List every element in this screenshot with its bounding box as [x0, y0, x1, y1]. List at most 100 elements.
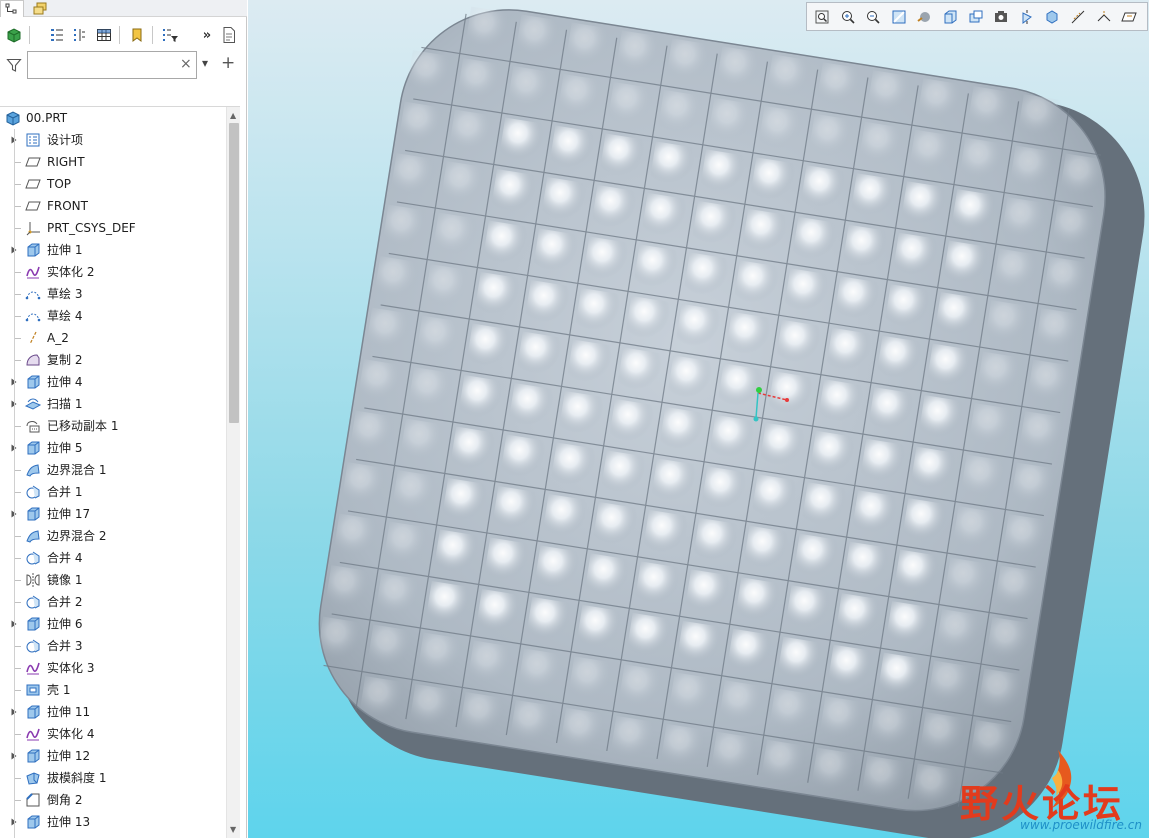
show-part-button[interactable] — [3, 24, 25, 46]
tree-item[interactable]: 草绘 4 — [0, 305, 226, 327]
tree-item[interactable]: 实体化 3 — [0, 657, 226, 679]
section-button[interactable] — [1041, 6, 1063, 28]
perspective-button[interactable] — [990, 6, 1012, 28]
view-manager-button[interactable] — [965, 6, 987, 28]
tree-filter-button[interactable] — [159, 24, 181, 46]
surface-cell — [958, 137, 1008, 188]
tree-item[interactable]: PRT_CSYS_DEF — [0, 217, 226, 239]
surface-cell — [640, 192, 691, 244]
surface-cell — [817, 379, 867, 430]
tree-item[interactable]: A_2 — [0, 327, 226, 349]
tree-item[interactable]: 拔模斜度 1 — [0, 767, 226, 789]
tree-item-label: FRONT — [47, 199, 88, 213]
tree-item[interactable]: 实体化 2 — [0, 261, 226, 283]
merge-icon — [25, 594, 41, 610]
model-tree-tab[interactable] — [0, 0, 24, 17]
surface-cell — [431, 212, 481, 263]
scroll-up-icon[interactable]: ▲ — [230, 111, 236, 120]
annotation-display-button[interactable] — [1093, 6, 1115, 28]
surface-cell — [718, 680, 768, 731]
tree-item[interactable]: 镜像 1 — [0, 569, 226, 591]
tree-item[interactable]: 拉伸 5 — [0, 437, 226, 459]
graphics-viewport[interactable]: 野火论坛 www.proewildfire.cn — [248, 0, 1149, 838]
zoom-out-icon — [867, 11, 880, 24]
saved-views-button[interactable] — [939, 6, 961, 28]
repaint-button[interactable] — [888, 6, 910, 28]
surface-cell — [791, 216, 841, 268]
tree-item[interactable]: 拉伸 6 — [0, 613, 226, 635]
tree-item[interactable]: 合并 1 — [0, 481, 226, 503]
surface-cell — [491, 486, 541, 537]
tree-item[interactable]: FRONT — [0, 195, 226, 217]
display-style-button[interactable] — [913, 6, 935, 28]
tree-root[interactable]: 00.PRT — [0, 107, 226, 129]
tree-settings-button[interactable] — [46, 24, 68, 46]
toolbar-overflow-button[interactable]: » — [196, 24, 218, 46]
surface-cell — [473, 272, 524, 323]
tree-item[interactable]: 草绘 3 — [0, 283, 226, 305]
tree-item[interactable]: 拉伸 17 — [0, 503, 226, 525]
layer-tab[interactable] — [28, 0, 52, 17]
tree-item[interactable]: 合并 2 — [0, 591, 226, 613]
tree-item[interactable]: 拉伸 1 — [0, 239, 226, 261]
model-tree-icon — [5, 3, 17, 14]
spin-center-icon — [1022, 10, 1032, 24]
bookmark-button[interactable] — [126, 24, 148, 46]
surface-cell — [533, 545, 583, 596]
add-filter-button[interactable]: + — [221, 53, 235, 73]
tree-item[interactable]: 拉伸 12 — [0, 745, 226, 767]
filter-dropdown-button[interactable]: ▾ — [202, 56, 208, 70]
surface-cell — [389, 153, 439, 204]
surface-cell — [340, 462, 390, 513]
tree-item[interactable]: 壳 1 — [0, 679, 226, 701]
tree-scrollbar[interactable]: ▲ ▼ — [226, 107, 240, 838]
surface-cell — [617, 664, 667, 715]
plane-display-button[interactable] — [1118, 6, 1140, 28]
tree-columns-button[interactable] — [68, 24, 90, 46]
tree-item[interactable]: 拉伸 4 — [0, 371, 226, 393]
surface-cell — [366, 624, 416, 675]
shell-icon — [25, 682, 41, 698]
details-button[interactable] — [218, 24, 240, 46]
spin-center-button[interactable] — [1016, 6, 1038, 28]
tree-item-label: 拉伸 11 — [47, 705, 91, 719]
toolbar-separator — [29, 26, 30, 44]
surface-cell — [799, 165, 849, 216]
surface-cell — [800, 482, 851, 533]
tree-item[interactable]: 拉伸 11 — [0, 701, 226, 723]
tree-item[interactable]: 边界混合 1 — [0, 459, 226, 481]
tree-item[interactable]: TOP — [0, 173, 226, 195]
zoom-in-icon — [841, 11, 855, 24]
scrollbar-thumb[interactable] — [229, 123, 239, 423]
tree-connector — [14, 228, 21, 229]
tree-item[interactable]: 复制 2 — [0, 349, 226, 371]
surface-cell — [867, 387, 917, 438]
filter-input[interactable] — [27, 51, 197, 79]
tree-item[interactable]: 边界混合 2 — [0, 525, 226, 547]
surface-cell — [942, 240, 992, 291]
tree-item[interactable]: 设计项 — [0, 129, 226, 151]
tree-connector — [14, 690, 21, 691]
tree-item[interactable]: 扫描 1 — [0, 393, 226, 415]
tree-item[interactable]: 实体化 4 — [0, 723, 226, 745]
display-style-icon — [917, 12, 931, 22]
surface-cell — [583, 553, 633, 604]
tree-item[interactable]: 合并 3 — [0, 635, 226, 657]
refit-button[interactable] — [811, 6, 833, 28]
datum-display-button[interactable] — [1067, 6, 1089, 28]
table-button[interactable] — [93, 24, 115, 46]
tree-item[interactable]: 拉伸 13 — [0, 811, 226, 833]
tree-item[interactable]: RIGHT — [0, 151, 226, 173]
surface-cell — [632, 244, 682, 295]
surface-cell — [648, 141, 699, 192]
tree-item[interactable]: 合并 4 — [0, 547, 226, 569]
zoom-in-button[interactable] — [837, 6, 859, 28]
clear-filter-button[interactable]: × — [180, 56, 192, 72]
zoom-out-button[interactable] — [862, 6, 884, 28]
tree-item[interactable]: 已移动副本 1 — [0, 415, 226, 437]
surface-cell — [549, 442, 600, 493]
surface-cell — [475, 589, 525, 640]
tree-item[interactable]: 倒角 2 — [0, 789, 226, 811]
tree-connector — [14, 360, 21, 361]
scroll-down-icon[interactable]: ▼ — [230, 825, 236, 834]
